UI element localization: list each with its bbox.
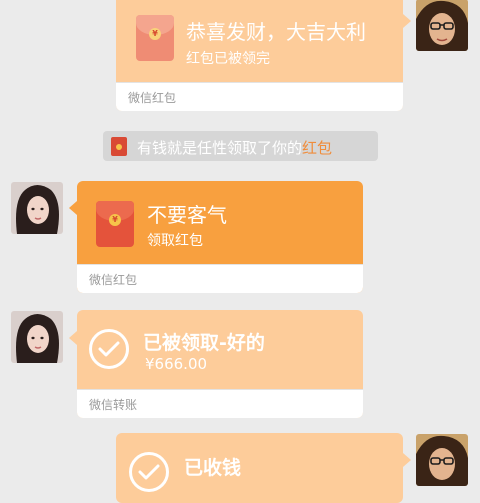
card-footer-label: 微信红包 [89, 273, 138, 287]
transfer-card-received[interactable]: 已被领取-好的 ¥666.00 微信转账 [77, 310, 363, 418]
transfer-status: 已收钱 [184, 457, 242, 479]
bubble-tail [69, 201, 77, 215]
card-footer: 微信红包 [77, 264, 363, 293]
red-packet-greeting: 不要客气 [147, 203, 227, 227]
card-footer-label: 微信红包 [128, 91, 177, 105]
red-envelope-icon: ¥ [96, 201, 134, 247]
red-packet-greeting: 恭喜发财，大吉大利 [186, 20, 366, 44]
bubble-tail [403, 453, 411, 467]
bubble-tail [69, 331, 77, 345]
red-packet-card[interactable]: ¥ 不要客气 领取红包 微信红包 [77, 181, 363, 293]
system-notice: 有钱就是任性领取了你的红包 [103, 131, 378, 161]
red-packet-action: 领取红包 [147, 233, 203, 249]
contact-avatar[interactable] [11, 311, 63, 363]
self-avatar[interactable] [416, 0, 468, 51]
check-circle-icon [89, 329, 129, 369]
card-footer: 微信红包 [116, 82, 403, 111]
transfer-status: 已被领取-好的 [143, 332, 265, 354]
bubble-tail [403, 14, 411, 28]
red-packet-status: 红包已被领完 [186, 51, 270, 67]
transfer-amount: ¥666.00 [145, 355, 208, 373]
transfer-card-collected[interactable]: 已收钱 [116, 433, 403, 503]
system-notice-link[interactable]: 红包 [302, 139, 332, 157]
system-notice-prefix: 有钱就是任性领取了你的 [137, 139, 303, 157]
check-circle-icon [129, 452, 169, 492]
self-avatar[interactable] [416, 434, 468, 486]
contact-avatar[interactable] [11, 182, 63, 234]
card-footer: 微信转账 [77, 389, 363, 418]
red-envelope-icon [111, 137, 127, 156]
card-footer-label: 微信转账 [89, 398, 138, 412]
red-envelope-icon: ¥ [136, 15, 174, 61]
red-packet-card-claimed[interactable]: ¥ 恭喜发财，大吉大利 红包已被领完 微信红包 [116, 0, 403, 111]
system-notice-text: 有钱就是任性领取了你的红包 [137, 137, 332, 158]
